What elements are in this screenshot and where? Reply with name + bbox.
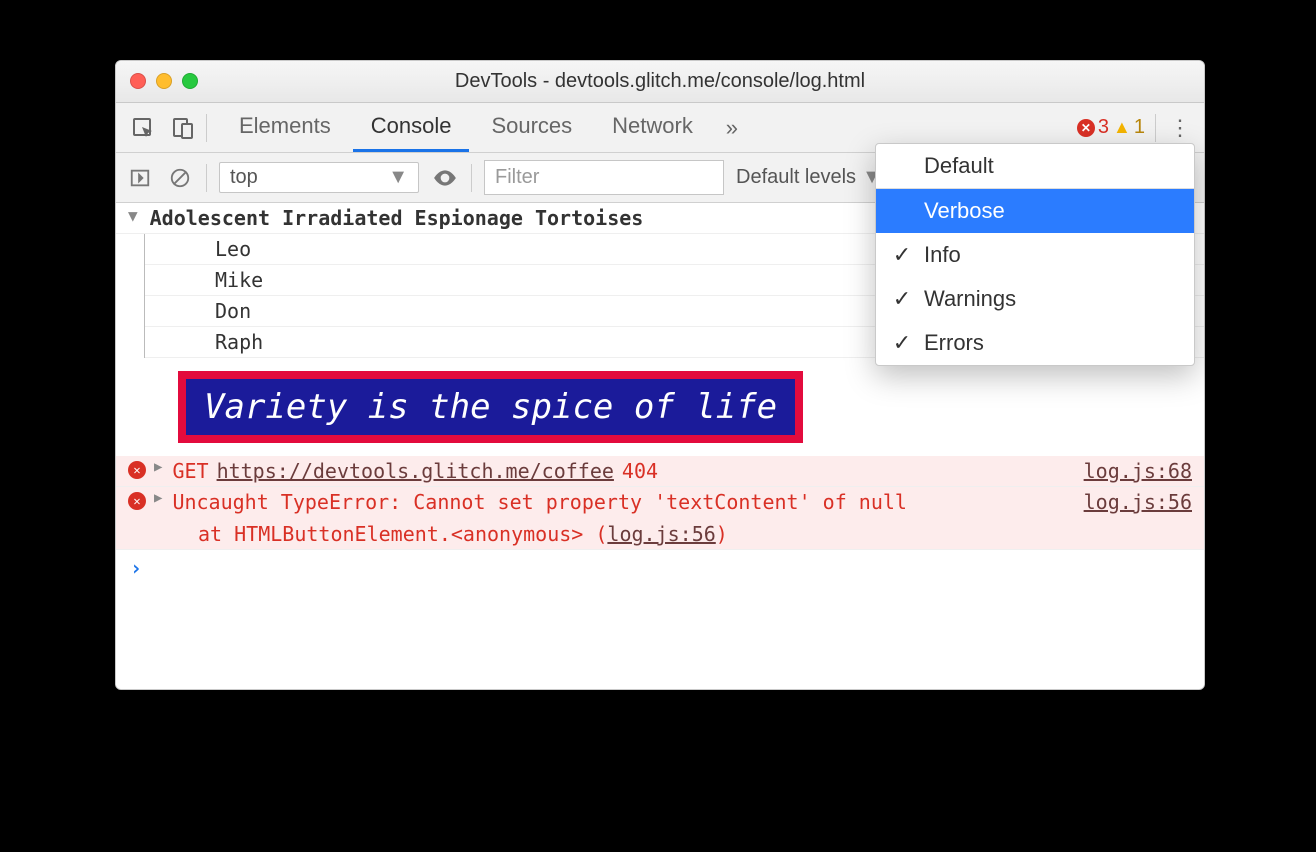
error-icon: ✕ [128,492,146,510]
warning-count: 1 [1134,116,1145,139]
check-icon: ✓ [892,286,912,312]
tabs: Elements Console Sources Network » [221,103,749,152]
inspect-element-icon[interactable] [126,111,160,145]
level-verbose[interactable]: Verbose [876,189,1194,233]
separator [206,114,207,142]
http-method: GET [172,459,208,483]
source-link[interactable]: log.js:56 [1084,490,1192,514]
console-error-exception[interactable]: ✕ ▶ Uncaught TypeError: Cannot set prope… [116,487,1204,550]
sidebar-toggle-icon[interactable] [126,164,154,192]
error-icon: ✕ [128,461,146,479]
warning-icon: ▲ [1113,117,1131,138]
tab-sources[interactable]: Sources [473,103,590,152]
styled-log-box: Variety is the spice of life [178,371,803,443]
check-icon: ✓ [892,242,912,268]
device-toggle-icon[interactable] [166,111,200,145]
expand-icon[interactable]: ▶ [154,459,162,475]
filter-input[interactable] [484,160,724,195]
console-error-network[interactable]: ✕ ▶ GET https://devtools.glitch.me/coffe… [116,456,1204,487]
separator [471,164,472,192]
log-level-label: Default levels [736,166,856,189]
tab-elements[interactable]: Elements [221,103,349,152]
level-default[interactable]: Default [876,144,1194,188]
styled-log: Variety is the spice of life [116,358,1204,456]
separator [206,164,207,192]
error-url[interactable]: https://devtools.glitch.me/coffee [217,459,614,483]
http-status: 404 [622,459,658,483]
clear-console-icon[interactable] [166,164,194,192]
window-title: DevTools - devtools.glitch.me/console/lo… [455,70,865,93]
tab-network[interactable]: Network [594,103,711,152]
error-message: Uncaught TypeError: Cannot set property … [172,490,907,514]
close-window-button[interactable] [130,73,146,89]
group-title: Adolescent Irradiated Espionage Tortoise… [150,206,644,230]
stack-link[interactable]: log.js:56 [607,522,715,546]
tab-overflow-button[interactable]: » [715,103,749,152]
traffic-lights [130,73,198,89]
level-info[interactable]: ✓ Info [876,233,1194,277]
titlebar: DevTools - devtools.glitch.me/console/lo… [116,61,1204,103]
settings-menu-button[interactable]: ⋮ [1166,115,1194,141]
console-prompt[interactable]: › [116,550,1204,586]
stack-frame: at HTMLButtonElement.<anonymous> (log.js… [128,522,1192,546]
log-level-dropdown: Default Verbose ✓ Info ✓ Warnings ✓ Erro… [875,143,1195,366]
separator [1155,114,1156,142]
disclosure-triangle-icon[interactable]: ▼ [128,206,138,225]
warning-badge[interactable]: ▲ 1 [1113,116,1145,139]
chevron-down-icon: ▼ [388,166,408,189]
tabbar-right: ✕ 3 ▲ 1 ⋮ [1077,114,1194,142]
maximize-window-button[interactable] [182,73,198,89]
error-badge[interactable]: ✕ 3 [1077,116,1109,139]
log-level-selector[interactable]: Default levels ▼ [736,166,882,189]
context-value: top [230,166,258,189]
prompt-chevron-icon: › [130,556,142,580]
context-selector[interactable]: top ▼ [219,162,419,193]
error-count: 3 [1098,116,1109,139]
styled-log-text: Variety is the spice of life [178,371,803,443]
level-errors[interactable]: ✓ Errors [876,321,1194,365]
error-warning-badges[interactable]: ✕ 3 ▲ 1 [1077,116,1145,139]
source-link[interactable]: log.js:68 [1084,459,1192,483]
level-warnings[interactable]: ✓ Warnings [876,277,1194,321]
live-expression-icon[interactable] [431,164,459,192]
check-icon: ✓ [892,330,912,356]
error-icon: ✕ [1077,119,1095,137]
tab-console[interactable]: Console [353,103,470,152]
expand-icon[interactable]: ▶ [154,490,162,506]
minimize-window-button[interactable] [156,73,172,89]
